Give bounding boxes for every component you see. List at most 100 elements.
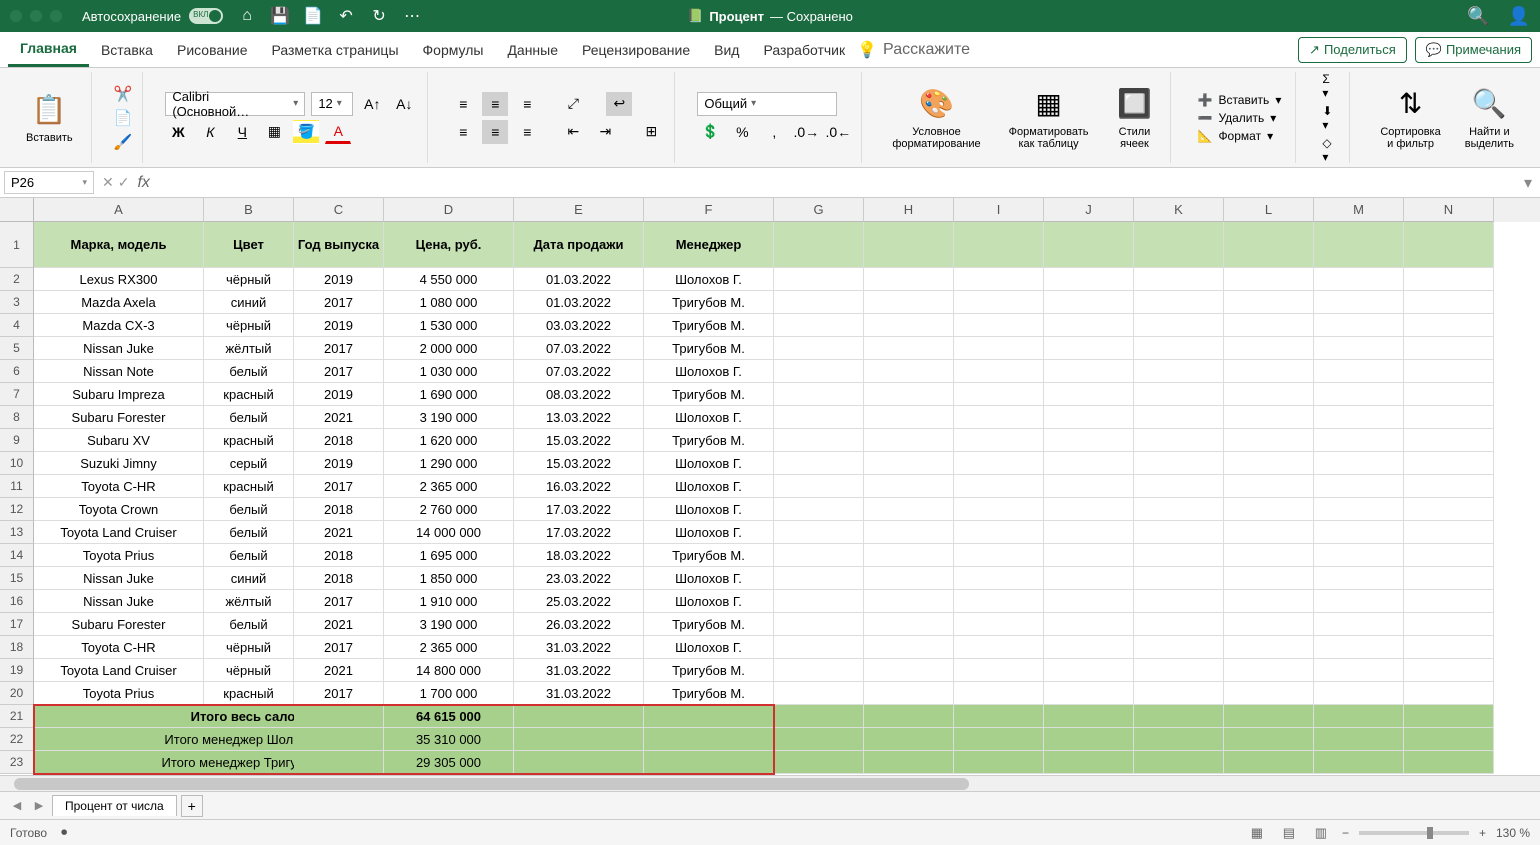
- normal-view-icon[interactable]: ▦: [1246, 824, 1268, 842]
- cell[interactable]: [1134, 475, 1224, 498]
- cell[interactable]: 25.03.2022: [514, 590, 644, 613]
- cell[interactable]: Toyota Crown: [34, 498, 204, 521]
- cell[interactable]: [1314, 291, 1404, 314]
- row-header[interactable]: 4: [0, 314, 34, 337]
- cell[interactable]: Тригубов М.: [644, 682, 774, 705]
- maximize-window[interactable]: [50, 10, 62, 22]
- cell[interactable]: [1314, 383, 1404, 406]
- column-header[interactable]: C: [294, 198, 384, 222]
- cell[interactable]: Toyota C-HR: [34, 636, 204, 659]
- cell[interactable]: [864, 521, 954, 544]
- cell[interactable]: 18.03.2022: [514, 544, 644, 567]
- cell[interactable]: чёрный: [204, 636, 294, 659]
- cell[interactable]: [864, 544, 954, 567]
- cell[interactable]: [1314, 452, 1404, 475]
- cell[interactable]: [954, 567, 1044, 590]
- column-header[interactable]: G: [774, 198, 864, 222]
- cell[interactable]: [1224, 728, 1314, 751]
- cell[interactable]: Mazda Axela: [34, 291, 204, 314]
- row-header[interactable]: 13: [0, 521, 34, 544]
- cell[interactable]: [1224, 682, 1314, 705]
- autosave-icon[interactable]: 📄: [304, 7, 322, 25]
- cell[interactable]: [774, 567, 864, 590]
- row-header[interactable]: 19: [0, 659, 34, 682]
- column-header[interactable]: H: [864, 198, 954, 222]
- cell[interactable]: [774, 475, 864, 498]
- cell[interactable]: [644, 705, 774, 728]
- cell[interactable]: Тригубов М.: [644, 314, 774, 337]
- cell[interactable]: [774, 222, 864, 268]
- cell[interactable]: Менеджер: [644, 222, 774, 268]
- cell[interactable]: [1224, 636, 1314, 659]
- cell[interactable]: серый: [204, 452, 294, 475]
- cell[interactable]: [1044, 521, 1134, 544]
- cell[interactable]: [1314, 613, 1404, 636]
- cell[interactable]: 35 310 000: [384, 728, 514, 751]
- cell-styles-button[interactable]: 🔲Стили ячеек: [1108, 72, 1160, 163]
- cell[interactable]: [1134, 383, 1224, 406]
- cell[interactable]: Шолохов Г.: [644, 268, 774, 291]
- delete-cells-button[interactable]: ➖Удалить ▾: [1193, 109, 1285, 127]
- cell[interactable]: 07.03.2022: [514, 337, 644, 360]
- cell[interactable]: [1404, 268, 1494, 291]
- cell[interactable]: [774, 429, 864, 452]
- cell[interactable]: Toyota Prius: [34, 682, 204, 705]
- cell[interactable]: [1404, 406, 1494, 429]
- number-format-select[interactable]: Общий: [697, 92, 837, 116]
- scrollbar-thumb[interactable]: [14, 778, 969, 790]
- cell[interactable]: [1224, 383, 1314, 406]
- cell[interactable]: Тригубов М.: [644, 383, 774, 406]
- cell[interactable]: [774, 751, 864, 774]
- cell[interactable]: [1404, 544, 1494, 567]
- cell[interactable]: [1404, 222, 1494, 268]
- cell[interactable]: [1404, 659, 1494, 682]
- cell[interactable]: белый: [204, 406, 294, 429]
- cell[interactable]: Subaru XV: [34, 429, 204, 452]
- confirm-formula-icon[interactable]: ✓: [118, 174, 130, 191]
- row-header[interactable]: 18: [0, 636, 34, 659]
- cell[interactable]: [1134, 429, 1224, 452]
- cell[interactable]: Итого менеджер Шолохов Г.: [204, 728, 294, 751]
- cell[interactable]: [1044, 682, 1134, 705]
- cell[interactable]: 1 530 000: [384, 314, 514, 337]
- cell[interactable]: жёлтый: [204, 337, 294, 360]
- row-header[interactable]: 3: [0, 291, 34, 314]
- cell[interactable]: [1314, 682, 1404, 705]
- cell[interactable]: [1134, 728, 1224, 751]
- cell[interactable]: 1 700 000: [384, 682, 514, 705]
- cell[interactable]: [1314, 544, 1404, 567]
- align-middle-icon[interactable]: ≡: [482, 92, 508, 116]
- cell[interactable]: [1224, 498, 1314, 521]
- cell[interactable]: [774, 383, 864, 406]
- cell[interactable]: [1314, 705, 1404, 728]
- cell[interactable]: 2018: [294, 567, 384, 590]
- cut-icon[interactable]: ✂️: [114, 85, 133, 103]
- cell[interactable]: Mazda CX-3: [34, 314, 204, 337]
- row-header[interactable]: 12: [0, 498, 34, 521]
- spreadsheet-grid[interactable]: ABCDEFGHIJKLMN 1234567891011121314151617…: [0, 198, 1540, 775]
- font-color-button[interactable]: A: [325, 120, 351, 144]
- fill-color-button[interactable]: 🪣: [293, 120, 319, 144]
- row-header[interactable]: 15: [0, 567, 34, 590]
- cell[interactable]: 2017: [294, 337, 384, 360]
- minimize-window[interactable]: [30, 10, 42, 22]
- decrease-decimal-icon[interactable]: .0←: [825, 120, 851, 144]
- cell[interactable]: [1224, 544, 1314, 567]
- zoom-level[interactable]: 130 %: [1496, 826, 1530, 840]
- cell[interactable]: 26.03.2022: [514, 613, 644, 636]
- cell[interactable]: 4 550 000: [384, 268, 514, 291]
- cell[interactable]: [954, 429, 1044, 452]
- border-button[interactable]: ▦: [261, 120, 287, 144]
- font-size-select[interactable]: 12: [311, 92, 353, 116]
- cell[interactable]: [774, 682, 864, 705]
- cell[interactable]: [294, 728, 384, 751]
- cell[interactable]: [1134, 291, 1224, 314]
- tell-me-search[interactable]: 💡 Расскажите: [857, 40, 970, 60]
- cell[interactable]: [1044, 475, 1134, 498]
- cell[interactable]: [864, 659, 954, 682]
- align-right-icon[interactable]: ≡: [514, 120, 540, 144]
- undo-icon[interactable]: ↶: [337, 7, 355, 25]
- cell[interactable]: [774, 360, 864, 383]
- cell[interactable]: [1224, 268, 1314, 291]
- cell[interactable]: [1134, 268, 1224, 291]
